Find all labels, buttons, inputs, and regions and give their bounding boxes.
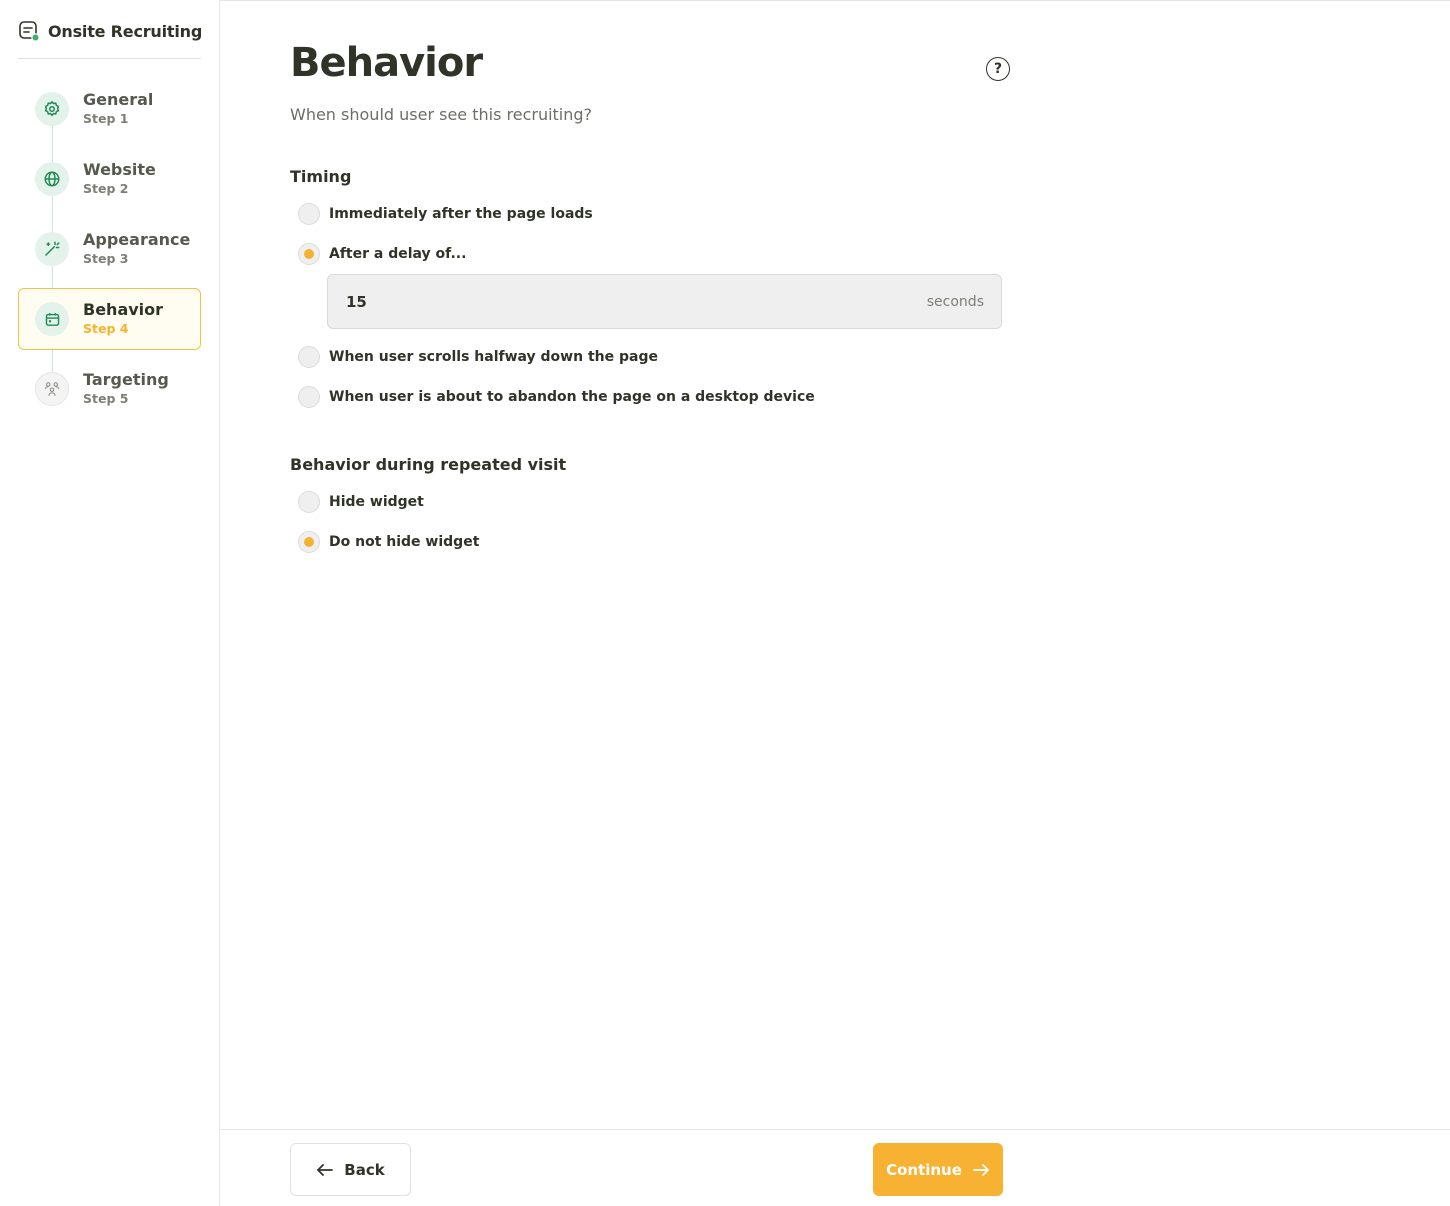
page-subtitle: When should user see this recruiting?: [290, 105, 593, 124]
radio-option-exit-intent[interactable]: When user is about to abandon the page o…: [298, 386, 815, 408]
step-number: Step 5: [83, 391, 129, 406]
sidebar-step-targeting[interactable]: Targeting Step 5: [18, 358, 201, 420]
users-icon: [35, 372, 69, 406]
radio-label: Do not hide widget: [329, 534, 480, 550]
sidebar-step-website[interactable]: Website Step 2: [18, 148, 201, 210]
delay-unit-label: seconds: [926, 293, 984, 310]
step-number: Step 4: [83, 321, 129, 336]
radio-option-scroll[interactable]: When user scrolls halfway down the page: [298, 346, 658, 368]
chat-bubble-icon: [18, 20, 40, 42]
delay-field[interactable]: seconds: [327, 274, 1002, 329]
timing-section-title: Timing: [290, 167, 352, 186]
calendar-icon: [35, 302, 69, 336]
magic-wand-icon: [35, 232, 69, 266]
step-number: Step 2: [83, 181, 129, 196]
arrow-left-icon: [316, 1163, 334, 1177]
step-label: General: [83, 90, 154, 109]
repeated-visit-section-title: Behavior during repeated visit: [290, 455, 567, 474]
radio-option-delay[interactable]: After a delay of...: [298, 243, 466, 265]
sidebar-step-behavior[interactable]: Behavior Step 4: [18, 288, 201, 350]
gear-icon: [35, 92, 69, 126]
radio-button[interactable]: [298, 346, 320, 368]
sidebar-step-appearance[interactable]: Appearance Step 3: [18, 218, 201, 280]
step-label: Website: [83, 160, 156, 179]
delay-seconds-input[interactable]: [346, 292, 546, 311]
radio-label: After a delay of...: [329, 246, 467, 262]
footer-divider: [220, 1129, 1450, 1130]
radio-label: Hide widget: [329, 494, 424, 510]
help-icon[interactable]: ?: [986, 57, 1010, 81]
radio-label: When user scrolls halfway down the page: [329, 349, 658, 365]
sidebar-step-general[interactable]: General Step 1: [18, 78, 201, 140]
globe-icon: [35, 162, 69, 196]
step-label: Appearance: [83, 230, 191, 249]
radio-option-do-not-hide-widget[interactable]: Do not hide widget: [298, 531, 479, 553]
radio-button[interactable]: [298, 386, 320, 408]
sidebar: Onsite Recruiting General Step 1 Website…: [0, 0, 220, 1206]
continue-button-label: Continue: [886, 1160, 962, 1179]
arrow-right-icon: [972, 1163, 990, 1177]
radio-option-immediately[interactable]: Immediately after the page loads: [298, 203, 593, 225]
back-button-label: Back: [344, 1160, 385, 1179]
step-number: Step 1: [83, 111, 129, 126]
step-label: Targeting: [83, 370, 169, 389]
continue-button[interactable]: Continue: [873, 1143, 1003, 1196]
page-title: Behavior: [290, 40, 483, 86]
radio-button-checked[interactable]: [298, 243, 320, 265]
radio-label: When user is about to abandon the page o…: [329, 389, 815, 405]
brand-divider: [18, 58, 201, 59]
radio-button-checked[interactable]: [298, 531, 320, 553]
step-label: Behavior: [83, 300, 164, 319]
radio-button[interactable]: [298, 203, 320, 225]
brand: Onsite Recruiting: [18, 20, 202, 42]
radio-option-hide-widget[interactable]: Hide widget: [298, 491, 424, 513]
back-button[interactable]: Back: [290, 1143, 411, 1196]
brand-title: Onsite Recruiting: [48, 21, 203, 41]
step-number: Step 3: [83, 251, 129, 266]
steps-nav: General Step 1 Website Step 2 Appearance…: [18, 78, 201, 428]
radio-label: Immediately after the page loads: [329, 206, 593, 222]
radio-button[interactable]: [298, 491, 320, 513]
